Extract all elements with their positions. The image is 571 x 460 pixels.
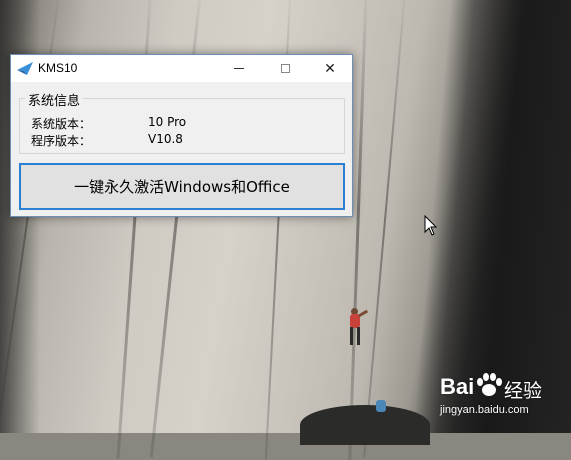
app-version-label: 程序版本： xyxy=(31,134,92,148)
os-version-label: 系统版本： xyxy=(31,117,92,131)
mouse-cursor-icon xyxy=(424,215,438,236)
window-title: KMS10 xyxy=(38,61,78,75)
os-version-value: 10 Pro xyxy=(148,115,187,129)
wallpaper-rock xyxy=(300,405,430,445)
close-button[interactable]: ✕ xyxy=(307,55,353,82)
app-icon xyxy=(17,62,33,75)
close-icon: ✕ xyxy=(324,60,336,76)
baidu-jingyan-watermark: Bai 经验 jingyan.baidu.com xyxy=(440,373,565,430)
watermark-brand-cn: 经验 xyxy=(504,380,543,402)
maximize-icon xyxy=(280,64,290,73)
minimize-button[interactable] xyxy=(216,55,262,82)
app-version-value: V10.8 xyxy=(148,132,183,146)
minimize-icon xyxy=(234,68,244,69)
maximize-button[interactable] xyxy=(262,55,308,82)
watermark-brand: Bai xyxy=(440,374,475,399)
climber-figure xyxy=(344,308,369,348)
activate-button[interactable]: 一键永久激活Windows和Office xyxy=(19,163,345,210)
paw-icon xyxy=(477,373,502,396)
system-info-title: 系统信息 xyxy=(25,90,84,109)
climber-figure-2 xyxy=(376,400,386,412)
watermark-url: jingyan.baidu.com xyxy=(440,404,529,416)
title-bar[interactable]: KMS10 ✕ xyxy=(11,55,352,82)
kms10-window: KMS10 ✕ 系统信息 系统版本： 10 Pro 程序版本： V10.8 一键… xyxy=(10,54,353,217)
